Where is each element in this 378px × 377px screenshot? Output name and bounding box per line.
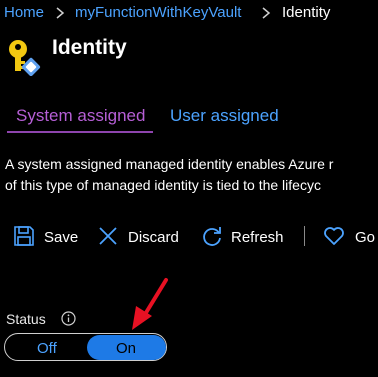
active-tab-indicator [7,131,153,133]
description-line-2: of this type of managed identity is tied… [5,177,321,193]
toolbar-divider [304,226,305,246]
refresh-button[interactable]: Refresh [198,222,292,250]
toggle-option-on-label: On [116,340,137,357]
close-icon [99,227,117,245]
save-icon [14,226,34,246]
tab-system-assigned[interactable]: System assigned [16,106,145,126]
feedback-button[interactable]: Go [320,222,378,250]
chevron-right-icon [56,7,65,19]
description-line-1: A system assigned managed identity enabl… [5,156,334,172]
heart-icon [324,227,344,245]
breadcrumb-current: Identity [282,4,331,21]
refresh-label: Refresh [231,229,284,246]
tab-user-assigned[interactable]: User assigned [170,106,279,126]
toggle-option-off[interactable]: Off [37,341,57,357]
breadcrumb-home[interactable]: Home [4,4,44,22]
chevron-right-icon [262,7,271,19]
save-label: Save [44,229,79,246]
refresh-icon [203,227,221,246]
breadcrumb: Home myFunctionWithKeyVault Identity [0,0,378,26]
discard-label: Discard [128,229,179,246]
annotation-arrow-icon [132,278,168,330]
status-label: Status [6,311,46,327]
info-icon[interactable] [61,311,76,326]
breadcrumb-function-app[interactable]: myFunctionWithKeyVault [75,4,241,22]
key-icon [9,40,41,76]
feedback-label: Go [355,229,376,246]
page-title: Identity [52,36,127,59]
discard-button[interactable]: Discard [94,222,186,250]
save-button[interactable]: Save [10,222,80,250]
